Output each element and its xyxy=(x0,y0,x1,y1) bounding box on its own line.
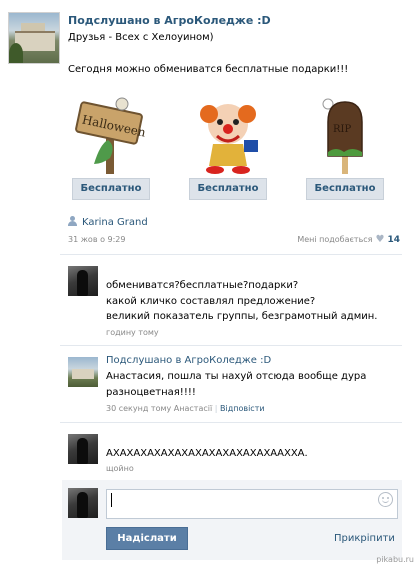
comment-text-line: обмениватся?бесплатные?подарки? xyxy=(106,280,299,291)
comment-text-line: Анастасия, пошла ты нахуй отсюда вообще … xyxy=(106,371,367,382)
post-date[interactable]: 31 жов о 9:29 xyxy=(68,235,125,244)
like-label: Мені подобається xyxy=(297,235,373,244)
post-author-name[interactable]: Karina Grand xyxy=(82,217,148,228)
reply-link[interactable]: Відповісти xyxy=(220,404,265,413)
free-gift-button[interactable]: Бесплатно xyxy=(306,178,384,200)
free-gift-button[interactable]: Бесплатно xyxy=(189,178,267,200)
attach-link[interactable]: Прикріпити xyxy=(334,533,395,544)
comment-time[interactable]: годину тому xyxy=(106,328,159,337)
watermark: pikabu.ru xyxy=(376,555,414,564)
comment-avatar[interactable] xyxy=(68,434,98,464)
group-avatar[interactable] xyxy=(8,12,60,64)
like-count: 14 xyxy=(387,235,400,245)
halloween-sign-gift[interactable]: Halloween xyxy=(72,96,150,176)
smile-icon[interactable] xyxy=(378,492,393,507)
clown-gift[interactable] xyxy=(189,96,267,176)
text-caret xyxy=(111,493,112,507)
comment-time[interactable]: 30 секунд тому Анастасії xyxy=(106,404,212,413)
free-gift-button[interactable]: Бесплатно xyxy=(72,178,150,200)
like-button[interactable]: Мені подобається ♥ 14 xyxy=(297,234,400,245)
comment-input[interactable] xyxy=(106,489,398,519)
post-text-body: Сегодня можно обмениватся бесплатные под… xyxy=(68,64,349,75)
post-author[interactable]: Karina Grand xyxy=(68,216,148,228)
comment-text-line: АХАХАХАХАХАХАХАХАХАХАХАХААХХА. xyxy=(106,448,308,459)
person-icon xyxy=(68,216,77,226)
comment-author-link[interactable]: Подслушано в АгроКоледже :D xyxy=(106,355,271,366)
post-text-line: Друзья - Всех с Хелоуином) xyxy=(68,32,214,43)
comment-text-line: какой кличко составлял предложение? xyxy=(106,296,316,307)
send-button[interactable]: Надіслати xyxy=(106,527,188,550)
comment-time[interactable]: щойно xyxy=(106,464,134,473)
group-name-link[interactable]: Подслушано в АгроКоледже :D xyxy=(68,14,271,27)
divider xyxy=(60,345,402,346)
rip-icecream-gift[interactable]: RIP xyxy=(306,96,384,176)
divider xyxy=(60,254,402,255)
divider xyxy=(60,422,402,423)
heart-icon: ♥ xyxy=(375,234,385,245)
comment-avatar[interactable] xyxy=(68,357,98,387)
comment-meta: 30 секунд тому Анастасії | Відповісти xyxy=(106,404,265,413)
comment-avatar[interactable] xyxy=(68,266,98,296)
current-user-avatar xyxy=(68,488,98,518)
gift-sign-text: RIP xyxy=(333,124,351,135)
comment-text-line: разноцветная!!!! xyxy=(106,387,196,398)
comment-text-line: великий показатель группы, безграмотный … xyxy=(106,311,378,322)
